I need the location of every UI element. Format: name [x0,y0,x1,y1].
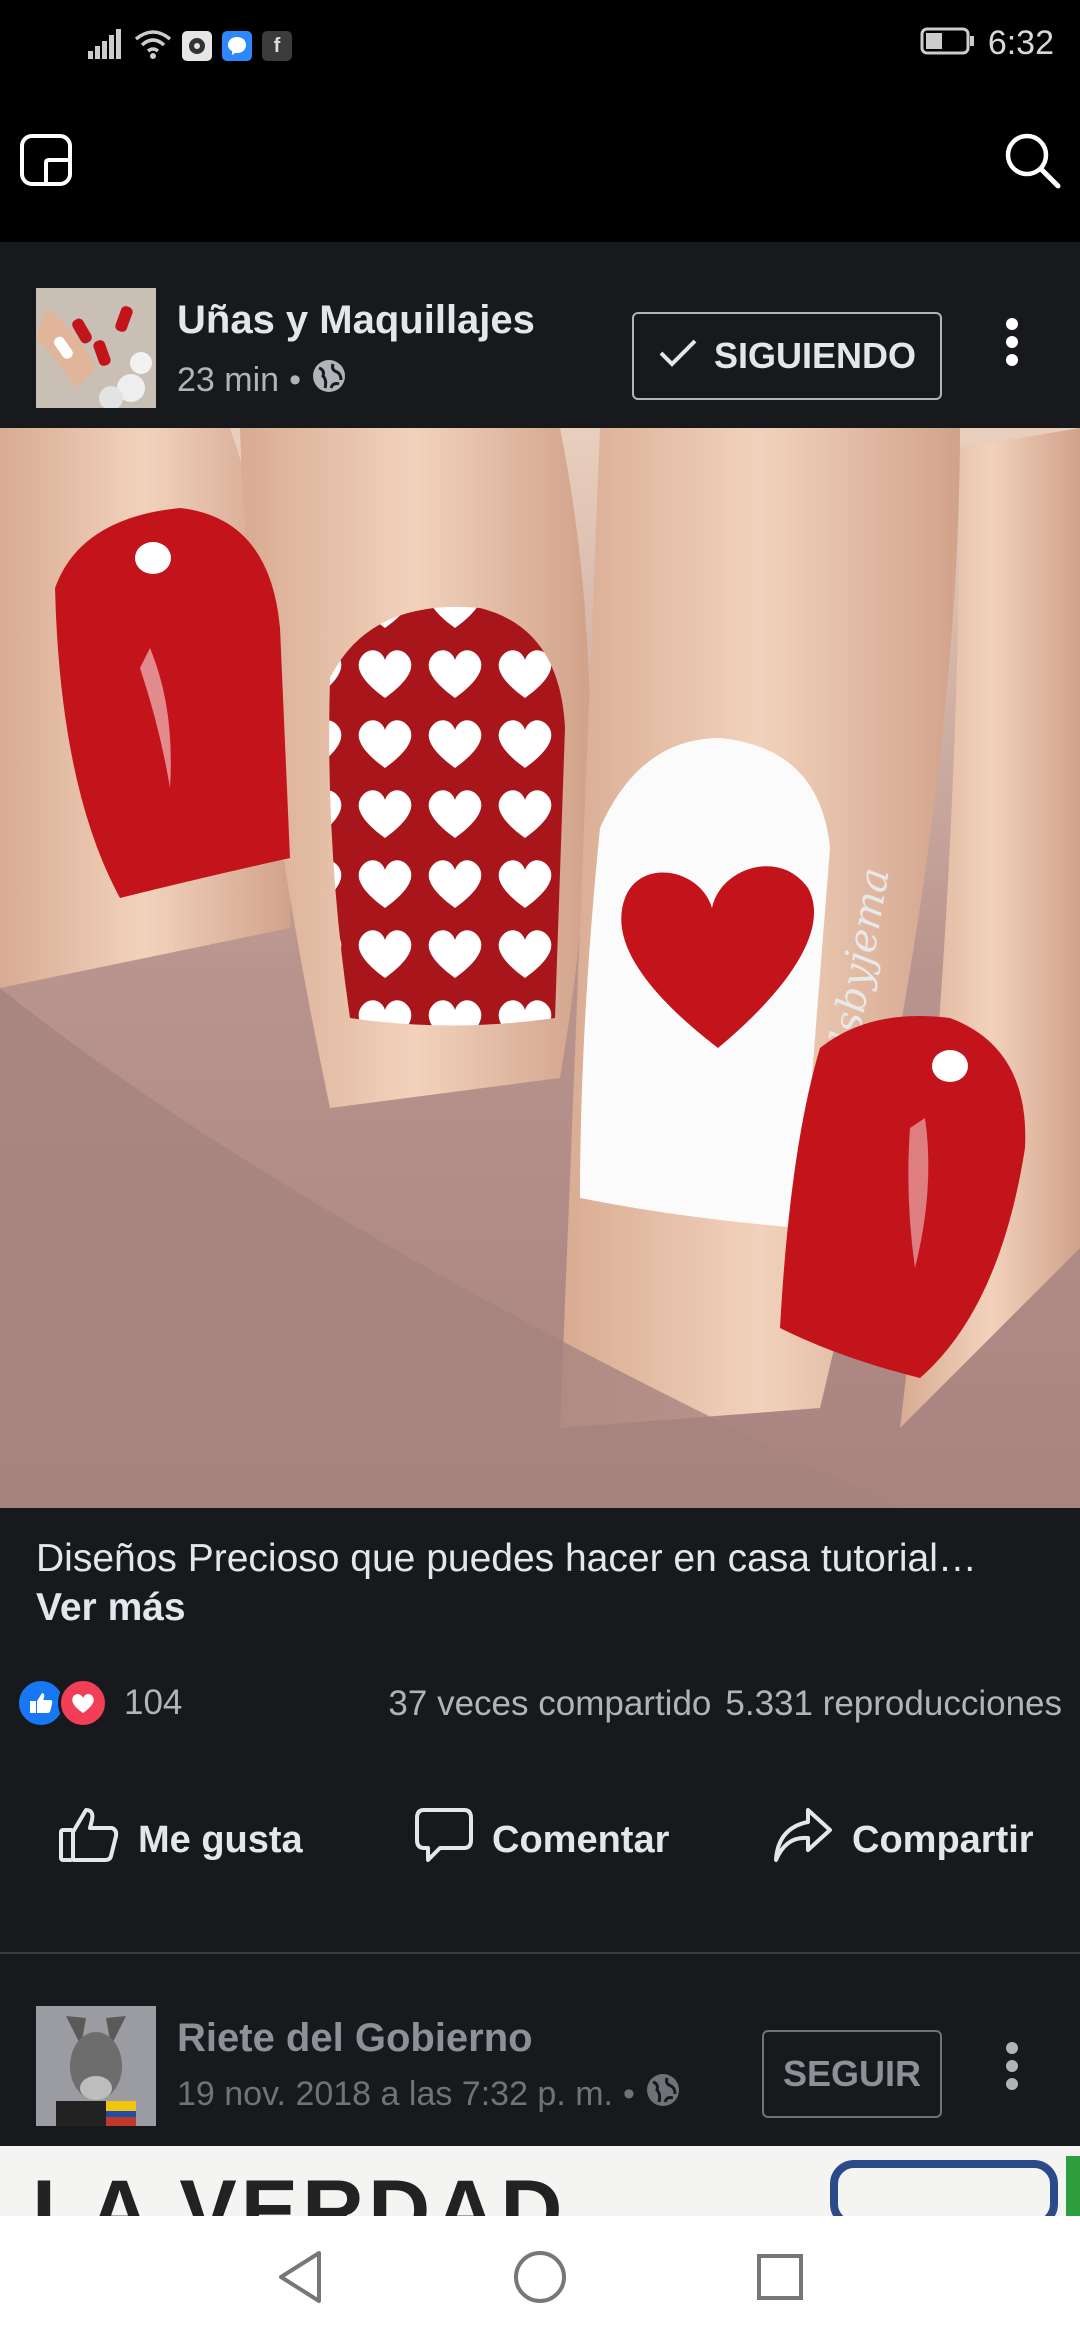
feed-post: Uñas y Maquillajes 23 min • SIGUIENDO @n… [0,242,1080,1952]
see-more-link[interactable]: Ver más [36,1586,186,1630]
wifi-icon [134,29,172,64]
tab-switch-icon [19,133,73,192]
following-button[interactable]: SIGUIENDO [632,312,942,400]
post-actions: Me gusta Comentar Compartir [0,1776,1080,1896]
top-bar [0,92,1080,242]
comment-icon [414,1806,474,1874]
status-right: 6:32 [920,24,1054,63]
post-header: Uñas y Maquillajes 23 min • SIGUIENDO [0,242,1080,428]
more-options-button[interactable] [992,308,1032,388]
next-more-options-button[interactable] [992,2032,1032,2112]
love-reaction-icon [58,1678,108,1728]
page-avatar[interactable] [36,288,156,408]
check-icon [658,335,698,377]
tab-switch-button[interactable] [14,130,78,194]
more-vertical-icon [992,2042,1032,2116]
like-button[interactable]: Me gusta [58,1806,303,1874]
meta-separator: • [289,361,301,399]
following-label: SIGUIENDO [713,335,917,376]
like-label: Me gusta [138,1818,303,1861]
search-icon [1002,130,1062,195]
thumbs-up-icon [58,1806,120,1874]
comment-button[interactable]: Comentar [414,1806,669,1874]
more-vertical-icon [992,318,1032,392]
share-view-stats: 37 veces compartido 5.331 reproducciones [388,1684,1062,1724]
post-video[interactable]: @nailsbyjema [0,428,1080,1508]
clock: 6:32 [987,24,1054,62]
next-post-meta: 19 nov. 2018 a las 7:32 p. m. • [177,2072,681,2117]
post-time[interactable]: 23 min [177,361,279,400]
system-nav-bar [0,2216,1080,2340]
next-post-timestamp[interactable]: 19 nov. 2018 a las 7:32 p. m. [177,2075,613,2114]
back-button[interactable] [265,2244,335,2314]
messenger-icon [222,31,252,61]
next-post-header: Riete del Gobierno 19 nov. 2018 a las 7:… [0,1954,1080,2146]
status-bar: f 6:32 [0,0,1080,92]
status-left-icons: f [88,28,292,64]
post-caption: Diseños Precioso que puedes hacer en cas… [36,1537,977,1580]
share-count[interactable]: 37 veces compartido [388,1684,711,1724]
home-circle-icon [512,2249,568,2310]
page-name[interactable]: Uñas y Maquillajes [177,298,535,343]
preview-headline: LA VERDAD [32,2163,567,2216]
reactions-summary[interactable]: 104 [16,1678,182,1728]
view-count: 5.331 reproducciones [725,1684,1062,1723]
back-triangle-icon [275,2249,325,2310]
reaction-count: 104 [124,1683,183,1722]
share-label: Compartir [852,1818,1034,1861]
search-button[interactable] [998,128,1066,196]
recents-square-icon [755,2252,805,2307]
globe-icon [311,358,347,403]
recents-button[interactable] [745,2244,815,2314]
post-stats: 104 37 veces compartido 5.331 reproducci… [0,1672,1080,1732]
share-icon [772,1806,834,1874]
facebook-icon: f [262,31,292,61]
signal-icon [88,28,124,64]
next-page-name[interactable]: Riete del Gobierno [177,2016,533,2061]
next-meta-separator: • [623,2075,635,2113]
next-page-avatar[interactable] [36,2006,156,2126]
follow-button[interactable]: SEGUIR [762,2030,942,2118]
home-button[interactable] [505,2244,575,2314]
battery-icon [920,26,976,61]
share-button[interactable]: Compartir [772,1806,1034,1874]
post-meta: 23 min • [177,358,347,403]
next-post-preview[interactable]: LA VERDAD [0,2146,1080,2216]
comment-label: Comentar [492,1818,670,1861]
globe-icon [645,2072,681,2117]
wifi-settings-icon [182,31,212,61]
